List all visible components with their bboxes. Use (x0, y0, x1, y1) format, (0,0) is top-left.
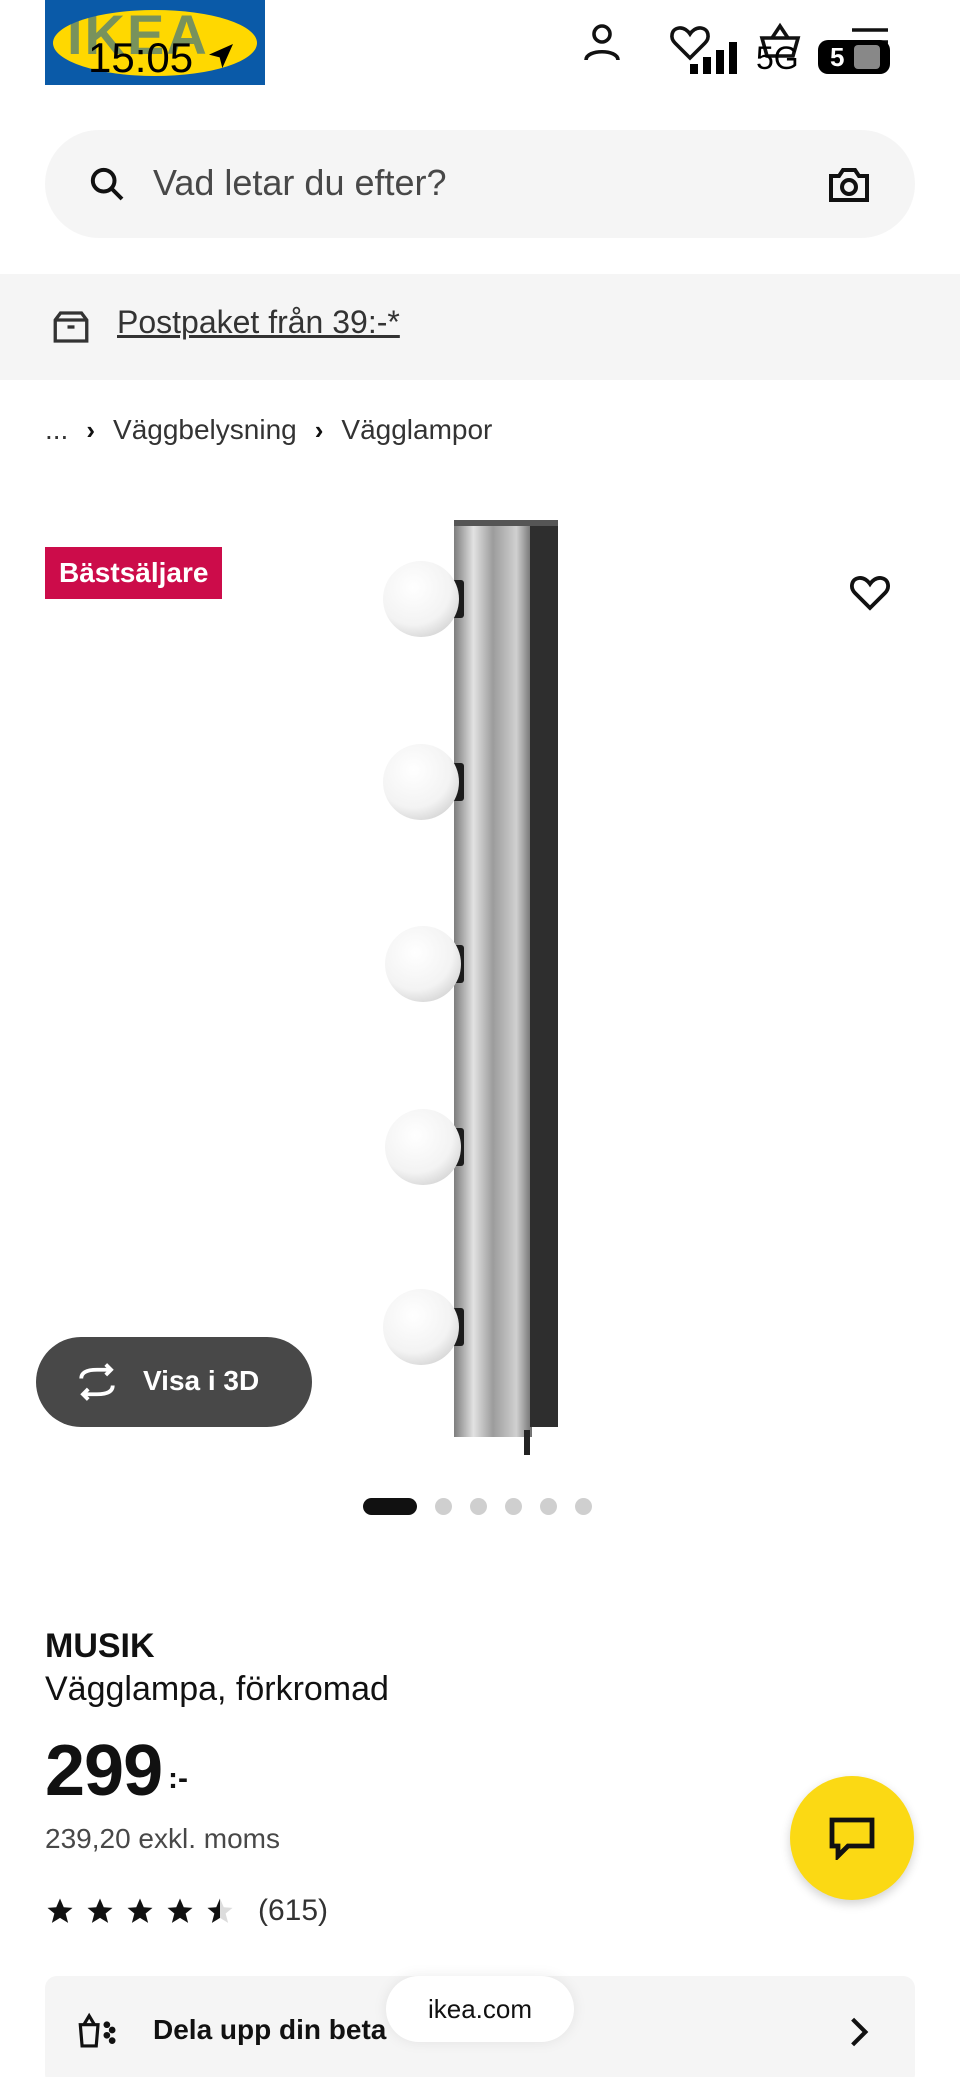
battery-indicator: 5 (818, 40, 890, 74)
star-icon (127, 1898, 153, 1923)
rotate-3d-icon (79, 1363, 115, 1401)
search-input[interactable]: Vad letar du efter? (153, 162, 447, 204)
price-suffix: :- (168, 1762, 188, 1795)
rating-stars[interactable] (45, 1896, 235, 1926)
delivery-link[interactable]: Postpaket från 39:-* (117, 304, 400, 341)
image-carousel-indicator (363, 1498, 592, 1515)
star-half-icon (207, 1898, 233, 1923)
carousel-dot-2[interactable] (435, 1498, 452, 1515)
camera-icon[interactable] (825, 160, 873, 208)
chevron-right-icon (851, 2017, 869, 2047)
location-arrow-icon (209, 44, 233, 68)
carousel-dot-5[interactable] (540, 1498, 557, 1515)
network-type: 5G (756, 40, 799, 76)
user-icon[interactable] (578, 18, 626, 66)
signal-strength-icon (690, 42, 737, 74)
star-icon (47, 1898, 73, 1923)
split-payment-label: Dela upp din beta (153, 2014, 387, 2045)
breadcrumb-item-wall-lamps[interactable]: Vägglampor (341, 414, 492, 446)
view-in-3d-label: Visa i 3D (143, 1365, 260, 1396)
view-in-3d-button[interactable]: Visa i 3D (36, 1337, 312, 1427)
review-count[interactable]: (615) (258, 1894, 328, 1928)
breadcrumb: ... › Väggbelysning › Vägglampor (45, 410, 492, 450)
carousel-dot-3[interactable] (470, 1498, 487, 1515)
breadcrumb-ellipsis[interactable]: ... (45, 414, 68, 446)
star-icon (167, 1898, 193, 1923)
chevron-right-icon: › (314, 414, 324, 445)
chat-icon (829, 1817, 875, 1860)
search-icon (90, 167, 124, 201)
search-bar[interactable]: Vad letar du efter? (45, 130, 915, 238)
payment-icon (78, 2012, 116, 2048)
carousel-dot-6[interactable] (575, 1498, 592, 1515)
delivery-box-icon (53, 311, 89, 343)
product-price: 299 (45, 1731, 163, 1811)
delivery-banner: Postpaket från 39:-* (0, 274, 960, 380)
bestseller-badge: Bästsäljare (45, 547, 223, 599)
chevron-right-icon: › (86, 414, 96, 445)
breadcrumb-item-wall-lighting[interactable]: Väggbelysning (113, 414, 297, 446)
star-icon (87, 1898, 113, 1923)
product-image[interactable] (380, 510, 580, 1455)
status-time: 15:05 (88, 34, 194, 81)
product-name: MUSIK (45, 1627, 155, 1665)
product-description: Vägglampa, förkromad (45, 1670, 389, 1708)
price-excluding-vat: 239,20 exkl. moms (45, 1823, 280, 1854)
top-header: IKEA 15:05 5G 5 (0, 0, 960, 110)
carousel-dot-1[interactable] (363, 1498, 417, 1515)
chat-button[interactable] (790, 1776, 914, 1900)
add-to-favourites-heart-icon[interactable] (846, 568, 894, 616)
carousel-dot-4[interactable] (505, 1498, 522, 1515)
browser-url-pill[interactable]: ikea.com (386, 1976, 574, 2042)
